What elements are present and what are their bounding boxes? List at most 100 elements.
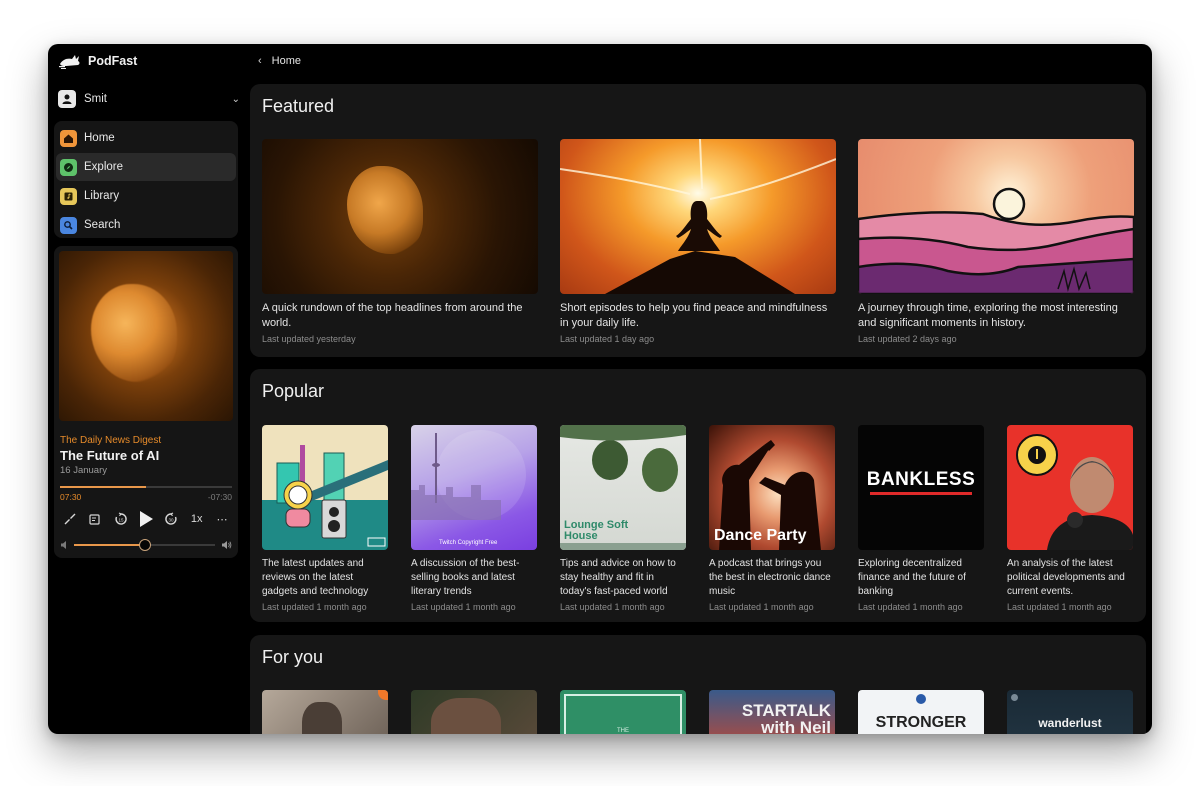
sidebar: PodFast Smit ⌄ Home Explore Library Sear… [48, 44, 248, 734]
popular-cover: Lounge Soft House [560, 425, 686, 550]
episode-title[interactable]: The Future of AI [60, 448, 159, 463]
episode-date: 16 January [60, 465, 108, 476]
for-you-card[interactable] [262, 690, 388, 734]
svg-text:15: 15 [118, 517, 124, 522]
section-title: Featured [262, 96, 335, 116]
notes-icon[interactable] [86, 509, 104, 529]
app-window: PodFast Smit ⌄ Home Explore Library Sear… [48, 44, 1152, 734]
playback-progress-bar[interactable] [60, 486, 232, 488]
popular-cover [262, 425, 388, 550]
cover-text: BANKLESS [866, 469, 976, 490]
minimize-icon[interactable] [61, 509, 79, 529]
popular-cover: Dance Party [709, 425, 835, 550]
card-description: A discussion of the best-selling books a… [411, 558, 520, 597]
user-switcher[interactable]: Smit ⌄ [58, 89, 240, 109]
popular-card[interactable]: Twitch Copyright Free A discussion of th… [411, 425, 537, 612]
featured-card[interactable]: A journey through time, exploring the mo… [858, 139, 1134, 344]
sidebar-item-library[interactable]: Library [56, 182, 236, 210]
for-you-card[interactable]: THE [560, 690, 686, 734]
featured-card[interactable]: A quick rundown of the top headlines fro… [262, 139, 538, 344]
sidebar-item-label: Explore [84, 161, 123, 173]
card-updated: Last updated 1 month ago [411, 602, 516, 612]
card-description: Tips and advice on how to stay healthy a… [560, 558, 676, 597]
portrait-shape [431, 698, 501, 734]
home-icon [60, 129, 77, 147]
sidebar-item-explore[interactable]: Explore [56, 153, 236, 181]
sidebar-item-home[interactable]: Home [56, 124, 236, 152]
playback-speed-button[interactable]: 1x [188, 509, 206, 529]
volume-high-icon [222, 541, 232, 549]
cover-text: STRONGER [875, 714, 967, 731]
search-icon [60, 216, 77, 234]
volume-low-icon [61, 541, 66, 549]
skip-forward-icon[interactable]: 30 [162, 509, 180, 529]
card-updated: Last updated 1 month ago [262, 602, 367, 612]
back-chevron-icon[interactable]: ‹ [258, 55, 262, 67]
featured-card[interactable]: Short episodes to help you find peace an… [560, 139, 836, 344]
sidebar-item-label: Search [84, 219, 121, 231]
popular-cover [1007, 425, 1133, 550]
for-you-section: For you THE STARTALK with Neil STRONGER … [250, 635, 1146, 734]
for-you-card[interactable]: wanderlust [1007, 690, 1133, 734]
play-button[interactable] [137, 509, 155, 529]
popular-card[interactable]: Lounge Soft House Tips and advice on how… [560, 425, 686, 612]
now-playing-panel: The Daily News Digest The Future of AI 1… [54, 246, 238, 558]
card-description: Exploring decentralized finance and the … [858, 558, 966, 597]
sidebar-item-search[interactable]: Search [56, 211, 236, 239]
popular-card[interactable]: The latest updates and reviews on the la… [262, 425, 388, 612]
popular-cover: Twitch Copyright Free [411, 425, 537, 550]
cover-underline [870, 492, 972, 495]
episode-artwork[interactable] [59, 251, 233, 421]
popular-card[interactable]: Dance Party A podcast that brings you th… [709, 425, 835, 612]
library-icon [60, 187, 77, 205]
for-you-card[interactable]: STRONGER [858, 690, 984, 734]
garyvee-art [1016, 434, 1133, 550]
skip-back-icon[interactable]: 15 [112, 509, 130, 529]
cover-text: STARTALK with Neil [741, 701, 831, 734]
skyline-art [411, 430, 526, 520]
section-title: For you [262, 647, 324, 667]
volume-slider[interactable] [74, 539, 215, 551]
cover-text: THE [617, 728, 629, 734]
remaining-time: -07:30 [207, 492, 232, 502]
featured-section: Featured A quick rundown of the top head… [250, 84, 1146, 357]
sidebar-item-label: Library [84, 190, 120, 202]
compass-icon [60, 158, 77, 176]
card-description: A podcast that brings you the best in el… [709, 558, 831, 597]
card-description: An analysis of the latest political deve… [1007, 558, 1125, 597]
for-you-card[interactable]: STARTALK with Neil [709, 690, 835, 734]
popular-section: Popular The latest updates and reviews o… [250, 369, 1146, 622]
popular-card[interactable]: An analysis of the latest political deve… [1007, 425, 1133, 612]
user-name: Smit [84, 93, 107, 105]
cover-text: Twitch Copyright Free [439, 540, 498, 546]
featured-cover [560, 139, 836, 294]
artwork-blob [91, 284, 177, 382]
cover-dot [1011, 694, 1018, 701]
avatar [58, 90, 76, 108]
breadcrumb-home[interactable]: Home [272, 55, 301, 67]
playback-controls: 15 30 1x ⋯ [58, 508, 234, 530]
featured-cover [858, 139, 1134, 294]
progress-fill [60, 486, 146, 488]
rabbit-logo-icon [59, 55, 80, 69]
cover-text: wanderlust [1038, 716, 1102, 730]
artwork-blob [347, 166, 423, 254]
brand[interactable]: PodFast [58, 52, 137, 70]
volume-knob[interactable] [138, 539, 151, 551]
card-updated: Last updated 1 day ago [560, 334, 655, 344]
portrait-shape [302, 702, 342, 734]
cover-logo [916, 694, 926, 704]
sunset-landscape [858, 187, 1134, 294]
sidebar-item-label: Home [84, 132, 115, 144]
card-updated: Last updated 1 month ago [858, 602, 963, 612]
popular-card[interactable]: BANKLESS Exploring decentralized finance… [858, 425, 984, 612]
popular-cover: BANKLESS [858, 425, 984, 550]
more-options-icon[interactable]: ⋯ [213, 509, 231, 529]
episode-show[interactable]: The Daily News Digest [60, 435, 161, 446]
app-name: PodFast [88, 54, 138, 68]
card-updated: Last updated yesterday [262, 334, 356, 344]
volume-control [60, 538, 232, 552]
for-you-card[interactable] [411, 690, 537, 734]
chevron-down-icon[interactable]: ⌄ [232, 94, 240, 105]
breadcrumb: ‹ Home [248, 44, 301, 78]
